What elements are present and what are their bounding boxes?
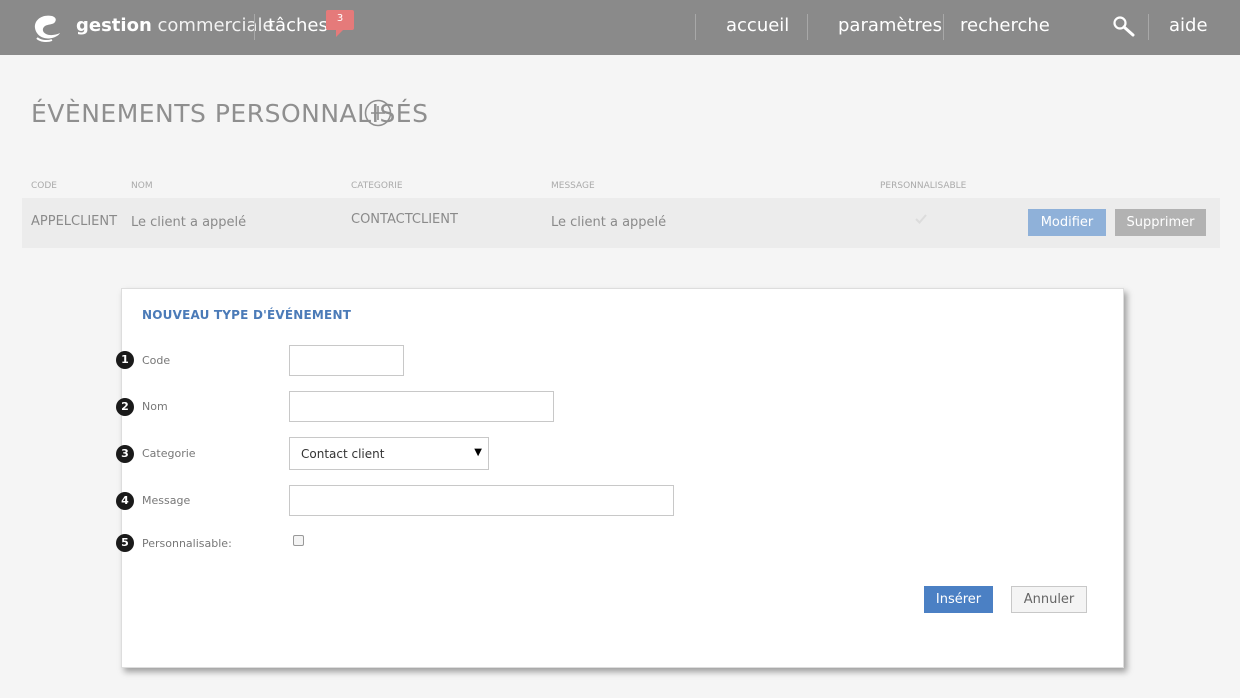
nav-divider: [254, 14, 255, 40]
step-number-badge: 4: [116, 492, 134, 510]
column-header-message: MESSAGE: [551, 181, 595, 191]
step-number-badge: 5: [116, 534, 134, 552]
step-number-badge: 3: [116, 445, 134, 463]
nav-settings[interactable]: paramètres: [838, 15, 942, 36]
nav-divider: [1148, 14, 1149, 40]
personnalisable-label: Personnalisable:: [142, 537, 232, 550]
delete-button[interactable]: Supprimer: [1115, 209, 1206, 236]
nom-input[interactable]: [289, 391, 554, 422]
chevron-down-icon: ▼: [474, 447, 482, 458]
categorie-select[interactable]: Contact client ▼: [289, 437, 489, 470]
cell-code: APPELCLIENT: [31, 214, 118, 229]
message-input[interactable]: [289, 485, 674, 516]
search-icon[interactable]: [1112, 15, 1136, 39]
column-header-personnalisable: PERSONNALISABLE: [880, 181, 967, 191]
add-circle-icon[interactable]: [364, 99, 392, 127]
column-header-categorie: CATEGORIE: [351, 181, 403, 191]
nav-divider: [943, 14, 944, 40]
nav-divider: [695, 14, 696, 40]
categorie-label: Categorie: [142, 447, 196, 460]
tasks-count-badge: 3: [326, 10, 354, 37]
nom-label: Nom: [142, 400, 168, 413]
categorie-selected-value: Contact client: [301, 447, 385, 461]
column-header-nom: NOM: [131, 181, 153, 191]
message-label: Message: [142, 494, 191, 507]
step-number-badge: 2: [116, 398, 134, 416]
code-label: Code: [142, 354, 171, 367]
personnalisable-checkbox[interactable]: [293, 535, 304, 546]
app-brand[interactable]: gestion commerciale: [76, 15, 274, 36]
app-logo-icon[interactable]: [30, 11, 62, 43]
edit-button[interactable]: Modifier: [1028, 209, 1106, 236]
column-header-code: CODE: [31, 181, 57, 191]
brand-name-light: commerciale: [157, 15, 274, 36]
nav-search[interactable]: recherche: [960, 15, 1050, 36]
cell-nom: Le client a appelé: [131, 215, 247, 230]
check-icon: [915, 214, 927, 224]
brand-name-bold: gestion: [76, 15, 152, 36]
nav-home[interactable]: accueil: [726, 15, 789, 36]
nav-tasks[interactable]: tâches: [268, 15, 328, 36]
step-number-badge: 1: [116, 351, 134, 369]
dialog-title: NOUVEAU TYPE D'ÉVÉNEMENT: [142, 308, 352, 322]
top-navigation-bar: gestion commerciale tâches 3 accueil par…: [0, 0, 1240, 55]
insert-button[interactable]: Insérer: [924, 586, 993, 613]
cell-message: Le client a appelé: [551, 215, 667, 230]
cancel-button[interactable]: Annuler: [1011, 586, 1087, 613]
nav-help[interactable]: aide: [1169, 15, 1208, 36]
code-input[interactable]: [289, 345, 404, 376]
cell-categorie: CONTACTCLIENT: [351, 212, 458, 227]
nav-divider: [807, 14, 808, 40]
